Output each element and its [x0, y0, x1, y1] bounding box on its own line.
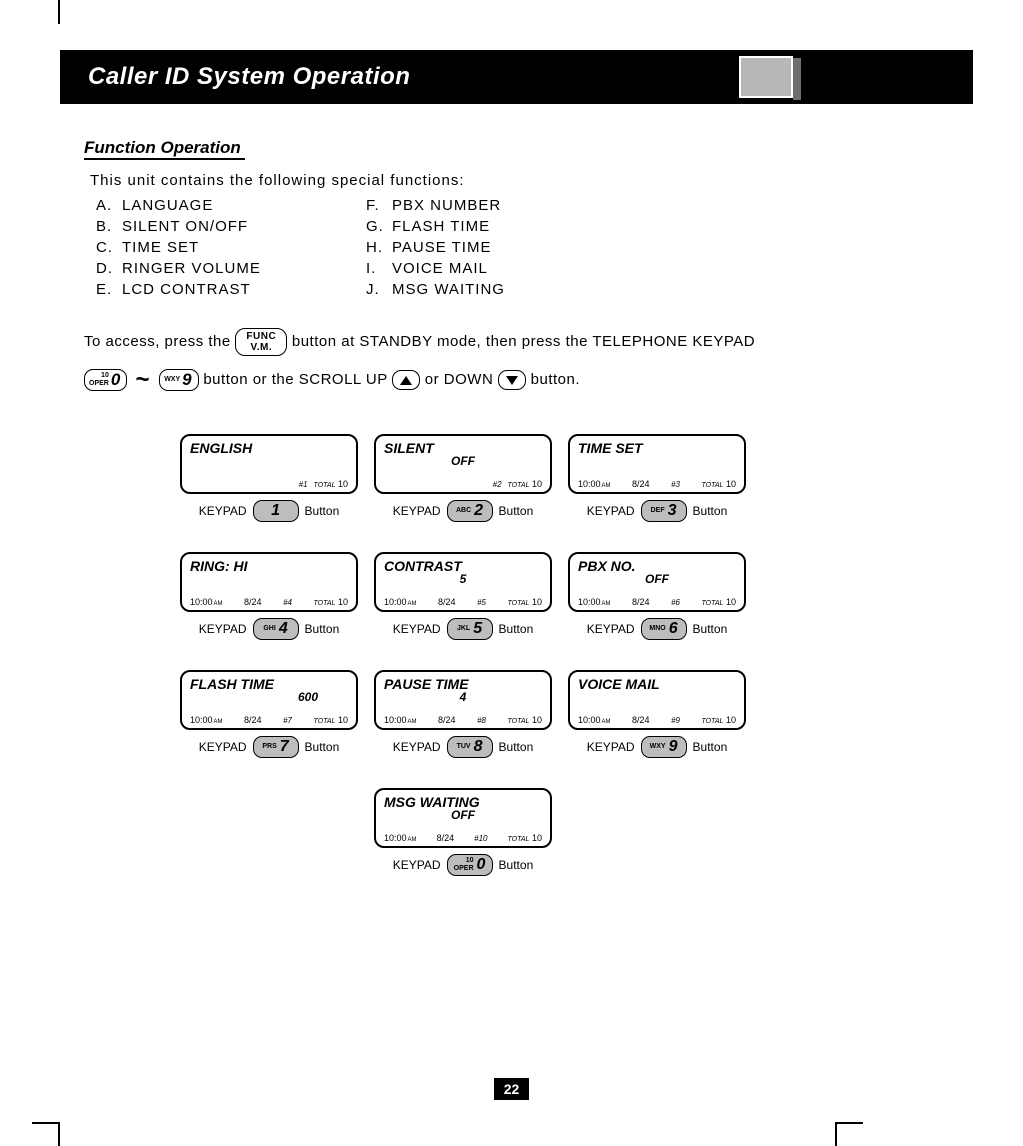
keypad-button-7[interactable]: PRS7: [253, 736, 299, 758]
intro-text: This unit contains the following special…: [90, 172, 973, 189]
lcd-panel: TIME SET 10:00AM 8/24 #3 TOTAL 10 KEYPAD…: [568, 434, 746, 522]
lcd-screen: CONTRAST 5 10:00AM 8/24 #5 TOTAL 10: [374, 552, 552, 612]
keypad-button-9[interactable]: WXY9: [641, 736, 687, 758]
keypad-button-2[interactable]: ABC2: [447, 500, 493, 522]
page-title-bar: Caller ID System Operation: [60, 50, 973, 104]
access-instructions-1: To access, press the FUNC V.M. button at…: [84, 328, 973, 356]
lcd-screen: FLASH TIME 600 10:00AM 8/24 #7 TOTAL 10: [180, 670, 358, 730]
lcd-screen: VOICE MAIL 10:00AM 8/24 #9 TOTAL 10: [568, 670, 746, 730]
crop-mark: [46, 0, 60, 24]
keypad-button-8[interactable]: TUV8: [447, 736, 493, 758]
function-item: I.VOICE MAIL: [366, 260, 505, 277]
keypad-button-6[interactable]: MNO6: [641, 618, 687, 640]
func-vm-button[interactable]: FUNC V.M.: [235, 328, 287, 356]
lcd-panel: CONTRAST 5 10:00AM 8/24 #5 TOTAL 10 KEYP…: [374, 552, 552, 640]
lcd-panel: ENGLISH #1 TOTAL 10 KEYPAD 1 Button: [180, 434, 358, 522]
access-instructions-2: 10OPER 0 ~ WXY 9 button or the SCROLL UP…: [84, 366, 973, 394]
lcd-screen: PBX NO. OFF 10:00AM 8/24 #6 TOTAL 10: [568, 552, 746, 612]
lcd-screen: MSG WAITING OFF 10:00AM 8/24 #10 TOTAL 1…: [374, 788, 552, 848]
keypad-instruction: KEYPAD ABC2 Button: [374, 500, 552, 522]
function-item: E.LCD CONTRAST: [96, 281, 366, 298]
function-item: G.FLASH TIME: [366, 218, 505, 235]
function-item: H.PAUSE TIME: [366, 239, 505, 256]
lcd-panel: SILENT OFF #2 TOTAL 10 KEYPAD ABC2 Butto…: [374, 434, 552, 522]
lcd-panel: MSG WAITING OFF 10:00AM 8/24 #10 TOTAL 1…: [374, 788, 552, 876]
keypad-instruction: KEYPAD DEF3 Button: [568, 500, 746, 522]
triangle-down-icon: [506, 376, 518, 385]
lcd-panel: PBX NO. OFF 10:00AM 8/24 #6 TOTAL 10 KEY…: [568, 552, 746, 640]
tilde-icon: ~: [135, 366, 150, 394]
function-item: B.SILENT ON/OFF: [96, 218, 366, 235]
scroll-down-button[interactable]: [498, 370, 526, 390]
lcd-panel: RING: HI 10:00AM 8/24 #4 TOTAL 10 KEYPAD…: [180, 552, 358, 640]
scroll-up-button[interactable]: [392, 370, 420, 390]
lcd-screen: TIME SET 10:00AM 8/24 #3 TOTAL 10: [568, 434, 746, 494]
tab-icon: [739, 56, 793, 98]
keypad-button-4[interactable]: GHI4: [253, 618, 299, 640]
page-title: Caller ID System Operation: [88, 63, 410, 91]
keypad-0-button[interactable]: 10OPER 0: [84, 369, 127, 391]
keypad-instruction: KEYPAD WXY9 Button: [568, 736, 746, 758]
function-item: F.PBX NUMBER: [366, 197, 505, 214]
lcd-panel: PAUSE TIME 4 10:00AM 8/24 #8 TOTAL 10 KE…: [374, 670, 552, 758]
page-number: 22: [0, 1078, 1023, 1100]
section-title: Function Operation: [84, 138, 245, 160]
lcd-panel: FLASH TIME 600 10:00AM 8/24 #7 TOTAL 10 …: [180, 670, 358, 758]
keypad-instruction: KEYPAD TUV8 Button: [374, 736, 552, 758]
crop-mark: [32, 1122, 60, 1146]
keypad-instruction: KEYPAD 1 Button: [180, 500, 358, 522]
triangle-up-icon: [400, 376, 412, 385]
crop-mark: [835, 1122, 863, 1146]
keypad-button-5[interactable]: JKL5: [447, 618, 493, 640]
function-item: A.LANGUAGE: [96, 197, 366, 214]
keypad-instruction: KEYPAD PRS7 Button: [180, 736, 358, 758]
keypad-button-3[interactable]: DEF3: [641, 500, 687, 522]
lcd-panel: VOICE MAIL 10:00AM 8/24 #9 TOTAL 10 KEYP…: [568, 670, 746, 758]
lcd-screen: SILENT OFF #2 TOTAL 10: [374, 434, 552, 494]
keypad-instruction: KEYPAD MNO6 Button: [568, 618, 746, 640]
function-list: A.LANGUAGE B.SILENT ON/OFF C.TIME SET D.RIN…: [96, 195, 973, 300]
keypad-instruction: KEYPAD 10OPER0 Button: [374, 854, 552, 876]
keypad-instruction: KEYPAD JKL5 Button: [374, 618, 552, 640]
lcd-screen: ENGLISH #1 TOTAL 10: [180, 434, 358, 494]
keypad-button-1[interactable]: 1: [253, 500, 299, 522]
keypad-instruction: KEYPAD GHI4 Button: [180, 618, 358, 640]
keypad-button-0[interactable]: 10OPER0: [447, 854, 493, 876]
keypad-9-button[interactable]: WXY 9: [159, 369, 199, 391]
function-item: C.TIME SET: [96, 239, 366, 256]
function-item: D.RINGER VOLUME: [96, 260, 366, 277]
lcd-screen: RING: HI 10:00AM 8/24 #4 TOTAL 10: [180, 552, 358, 612]
lcd-screen: PAUSE TIME 4 10:00AM 8/24 #8 TOTAL 10: [374, 670, 552, 730]
function-item: J.MSG WAITING: [366, 281, 505, 298]
